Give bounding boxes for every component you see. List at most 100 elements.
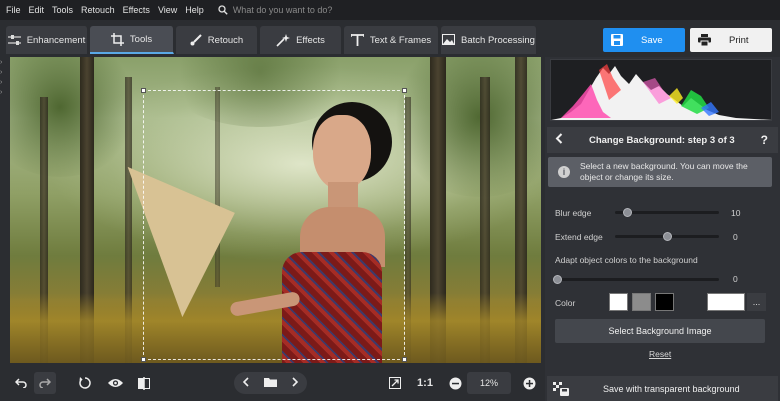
info-box: i Select a new background. You can move … [548, 157, 772, 187]
adapt-colors-label: Adapt object colors to the background [555, 255, 698, 265]
print-label: Print [729, 34, 749, 46]
menu-effects[interactable]: Effects [123, 5, 150, 15]
save-transparent-label: Save with transparent background [603, 383, 740, 394]
step-title: Change Background: step 3 of 3 [588, 134, 735, 146]
tab-batch-processing[interactable]: Batch Processing [441, 26, 537, 54]
swatch-black[interactable] [655, 293, 674, 311]
photo [10, 57, 541, 363]
info-text: Select a new background. You can move th… [580, 161, 748, 182]
open-folder-button[interactable] [263, 374, 277, 392]
menu-tools[interactable]: Tools [52, 5, 73, 15]
more-colors-button[interactable]: ... [747, 293, 766, 311]
search-placeholder: What do you want to do? [232, 5, 333, 15]
custom-color-swatch[interactable] [707, 293, 745, 311]
sliders-icon [7, 35, 21, 45]
menu-help[interactable]: Help [185, 5, 204, 15]
rotate-button[interactable] [74, 372, 96, 394]
menu-view[interactable]: View [158, 5, 177, 15]
extend-edge-value: 0 [733, 232, 738, 242]
resize-handle[interactable] [402, 357, 407, 362]
printer-icon [698, 34, 711, 46]
save-button[interactable]: Save [603, 28, 685, 52]
chevron-left-icon [555, 133, 563, 144]
extend-edge-knob[interactable] [663, 232, 672, 241]
image-canvas[interactable] [10, 57, 541, 363]
swatch-gray[interactable] [632, 293, 651, 311]
resize-handle[interactable] [402, 88, 407, 93]
sparkle-icon [276, 33, 291, 47]
chevron-right-icon: › [0, 59, 3, 66]
tab-label: Tools [129, 33, 153, 45]
search-icon [218, 5, 228, 15]
chevron-right-icon: › [0, 79, 3, 86]
tab-label: Batch Processing [461, 34, 535, 46]
chevron-right-icon: › [0, 89, 3, 96]
next-button[interactable] [292, 374, 299, 392]
tab-label: Effects [296, 34, 325, 46]
zoom-level[interactable]: 12% [467, 372, 511, 394]
step-header: Change Background: step 3 of 3 ? [547, 127, 778, 153]
fit-screen-button[interactable] [384, 372, 406, 394]
app-window: File Edit Tools Retouch Effects View Hel… [0, 0, 780, 401]
rotate-icon [79, 377, 91, 389]
reset-link[interactable]: Reset [649, 349, 671, 359]
search-box[interactable]: What do you want to do? [218, 5, 333, 15]
tool-tabs: Enhancement Tools Retouch Effects Text &… [6, 26, 539, 54]
tab-enhancement[interactable]: Enhancement [6, 26, 88, 54]
left-panel-toggle[interactable]: › › › › [0, 58, 8, 98]
tab-retouch[interactable]: Retouch [176, 26, 258, 54]
floppy-icon [611, 34, 623, 46]
undo-button[interactable] [10, 372, 32, 394]
eye-icon [107, 379, 123, 387]
back-button[interactable] [555, 133, 563, 147]
images-icon [442, 34, 456, 45]
print-button[interactable]: Print [690, 28, 772, 52]
adapt-colors-value: 0 [733, 274, 738, 284]
redo-button[interactable] [34, 372, 56, 394]
menu-edit[interactable]: Edit [29, 5, 45, 15]
redo-icon [39, 378, 51, 388]
save-transparent-button[interactable]: Save with transparent background [547, 376, 778, 401]
plus-circle-icon [523, 377, 535, 389]
file-navigation [234, 372, 307, 394]
minus-circle-icon [449, 377, 461, 389]
previous-button[interactable] [242, 374, 249, 392]
extend-edge-label: Extend edge [555, 232, 603, 242]
zoom-in-button[interactable] [518, 372, 540, 394]
undo-icon [15, 378, 27, 388]
adapt-colors-knob[interactable] [553, 275, 562, 284]
crop-icon [110, 32, 124, 46]
help-button[interactable]: ? [761, 133, 768, 147]
blur-edge-label: Blur edge [555, 208, 592, 218]
tab-label: Retouch [207, 34, 244, 46]
chevron-right-icon: › [0, 69, 3, 76]
menu-retouch[interactable]: Retouch [81, 5, 115, 15]
chevron-left-icon [242, 377, 249, 387]
selection-box[interactable] [141, 88, 407, 362]
tab-text-frames[interactable]: Text & Frames [344, 26, 439, 54]
select-background-button[interactable]: Select Background Image [555, 319, 765, 343]
expand-icon [389, 377, 401, 389]
histogram [550, 59, 772, 121]
swatch-white[interactable] [609, 293, 628, 311]
menu-bar: File Edit Tools Retouch Effects View Hel… [0, 0, 780, 20]
transparent-save-icon [553, 381, 569, 396]
compare-button[interactable] [133, 372, 155, 394]
menu-file[interactable]: File [6, 5, 21, 15]
info-icon: i [558, 166, 570, 178]
color-label: Color [555, 298, 576, 308]
zoom-out-button[interactable] [444, 372, 466, 394]
resize-handle[interactable] [141, 357, 146, 362]
adapt-colors-slider[interactable] [557, 278, 719, 281]
actual-size-button[interactable]: 1:1 [414, 372, 436, 394]
save-label: Save [641, 34, 663, 46]
folder-icon [263, 378, 277, 387]
preview-button[interactable] [104, 372, 126, 394]
tab-tools[interactable]: Tools [90, 26, 174, 54]
tab-label: Text & Frames [369, 34, 432, 46]
compare-icon [138, 376, 150, 390]
chevron-right-icon [292, 377, 299, 387]
resize-handle[interactable] [141, 88, 146, 93]
tab-effects[interactable]: Effects [260, 26, 342, 54]
blur-edge-value: 10 [731, 208, 741, 218]
